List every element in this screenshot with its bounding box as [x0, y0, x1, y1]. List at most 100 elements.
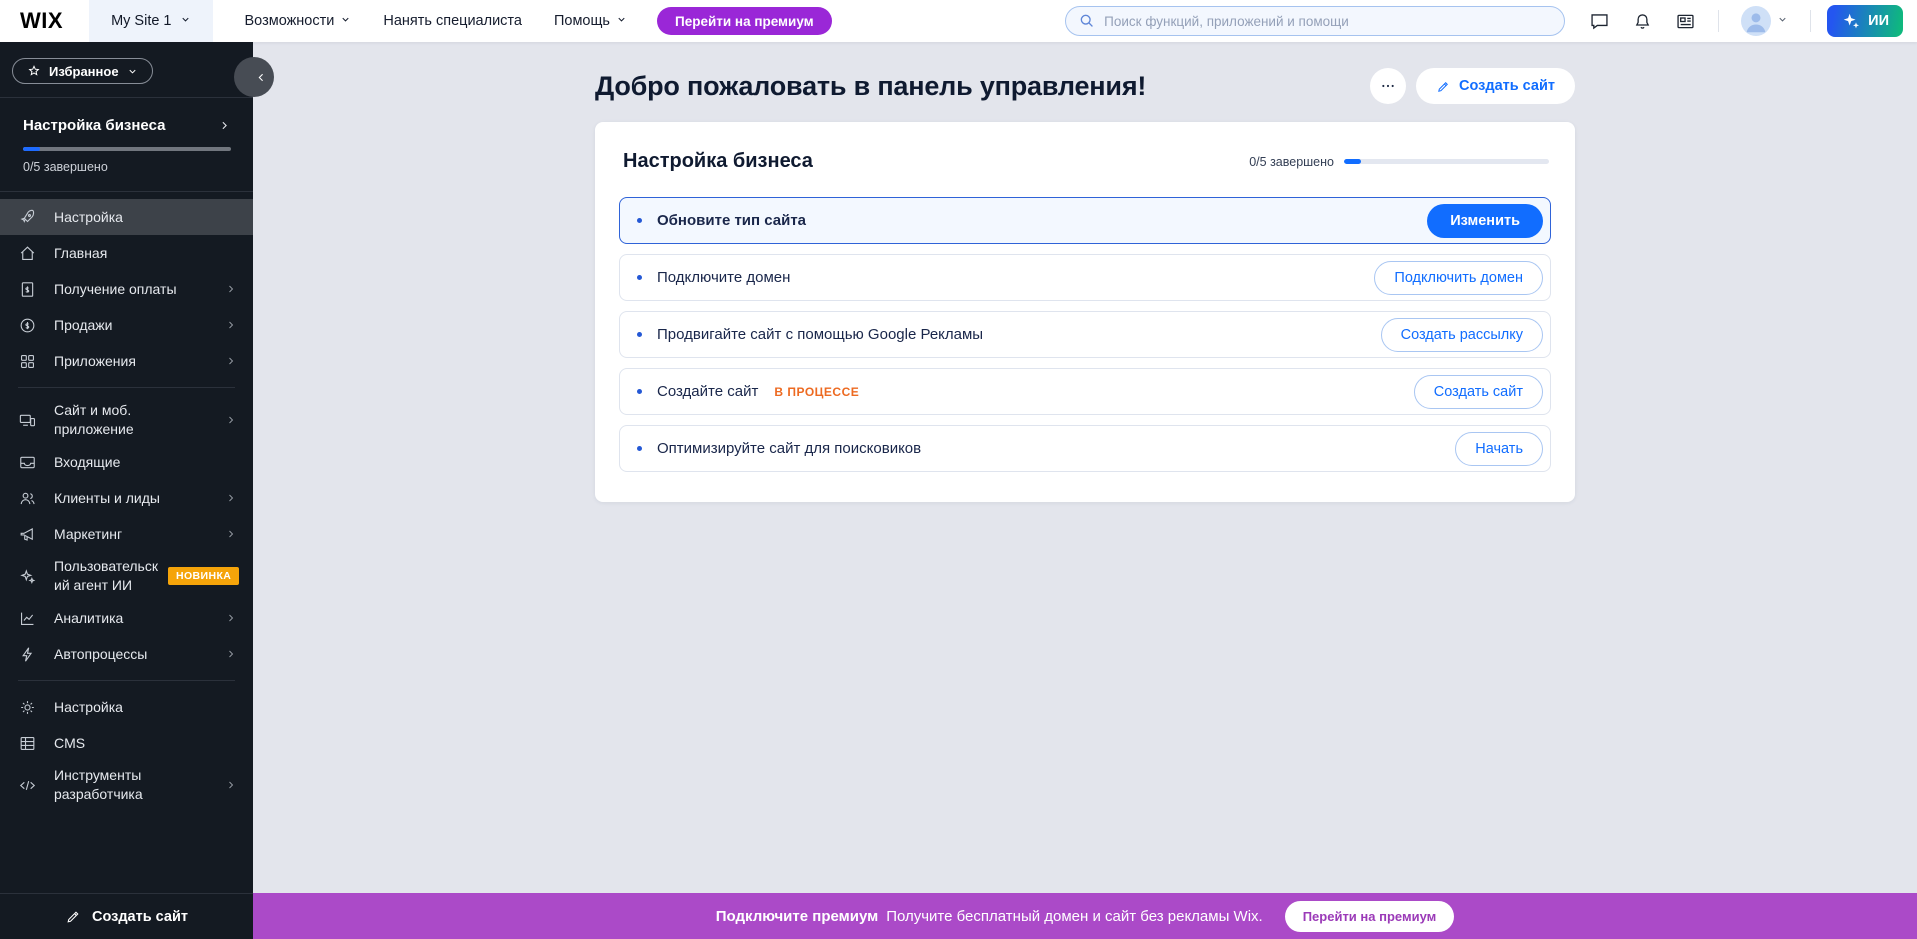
- sidebar-item-label: Главная: [54, 244, 107, 263]
- task-label: Подключите домен: [657, 269, 790, 286]
- sidebar-item-marketing[interactable]: Маркетинг: [0, 516, 253, 552]
- sidebar-item-sales[interactable]: Продажи: [0, 307, 253, 343]
- banner-premium-button[interactable]: Перейти на премиум: [1285, 901, 1455, 932]
- divider: [18, 387, 235, 388]
- bullet-dot-icon: [637, 446, 642, 451]
- card-progress: 0/5 завершено: [1249, 155, 1549, 169]
- sidebar-item-inbox[interactable]: Входящие: [0, 444, 253, 480]
- sidebar-item-analytics[interactable]: Аналитика: [0, 600, 253, 636]
- chevron-right-icon: [225, 355, 237, 367]
- task-label: Создайте сайт: [657, 383, 758, 400]
- topbar: WIX My Site 1 Возможности Нанять специал…: [0, 0, 1917, 42]
- gear-icon: [18, 698, 38, 717]
- topbar-icons: [1589, 6, 1811, 36]
- people-icon: [18, 489, 38, 508]
- card-progress-bar: [1344, 159, 1549, 164]
- notifications-bell-icon[interactable]: [1632, 11, 1653, 32]
- nav-features[interactable]: Возможности: [245, 13, 352, 29]
- site-selector[interactable]: My Site 1: [89, 0, 212, 42]
- avatar: [1741, 6, 1771, 36]
- task-action-button[interactable]: Начать: [1455, 432, 1543, 466]
- sidebar-item-label: Автопроцессы: [54, 645, 147, 664]
- sidebar-item-label: Пользовательск: [54, 558, 158, 574]
- sidebar-item-get-paid[interactable]: Получение оплаты: [0, 271, 253, 307]
- sidebar-menu: Настройка Главная Получение оплаты Прода…: [0, 199, 253, 809]
- sidebar-item-label: Настройка: [54, 208, 123, 227]
- sidebar-item-label: Сайт и моб.: [54, 402, 131, 418]
- news-updates-icon[interactable]: [1675, 11, 1696, 32]
- sidebar-item-settings[interactable]: Настройка: [0, 689, 253, 725]
- sidebar-item-dev-tools[interactable]: Инструменты разработчика: [0, 761, 253, 809]
- chevron-right-icon: [225, 779, 237, 791]
- nav-help-label: Помощь: [554, 13, 610, 29]
- chevron-right-icon: [218, 119, 231, 132]
- more-dots-icon: [1380, 78, 1396, 94]
- favorites-dropdown[interactable]: Избранное: [12, 58, 153, 84]
- upgrade-premium-button[interactable]: Перейти на премиум: [657, 7, 832, 35]
- chevron-right-icon: [225, 648, 237, 660]
- favorites-label: Избранное: [49, 64, 119, 79]
- business-setup-title: Настройка бизнеса: [23, 117, 165, 134]
- premium-banner: Подключите премиум Получите бесплатный д…: [253, 893, 1917, 939]
- more-actions-button[interactable]: [1370, 68, 1406, 104]
- sidebar-item-contacts-leads[interactable]: Клиенты и лиды: [0, 480, 253, 516]
- create-site-button[interactable]: Создать сайт: [1416, 68, 1575, 104]
- create-site-label: Создать сайт: [1459, 78, 1555, 94]
- business-setup-link[interactable]: Настройка бизнеса: [23, 117, 231, 134]
- banner-text: Получите бесплатный домен и сайт без рек…: [886, 908, 1263, 925]
- bullet-dot-icon: [637, 332, 642, 337]
- chevron-down-icon: [1777, 12, 1788, 30]
- setup-progress-bar: [23, 147, 231, 151]
- task-row-connect-domain[interactable]: Подключите домен Подключить домен: [619, 254, 1551, 301]
- chevron-right-icon: [225, 612, 237, 624]
- wix-logo[interactable]: WIX: [20, 8, 63, 34]
- task-action-button[interactable]: Создать рассылку: [1381, 318, 1543, 352]
- sidebar-item-site-mobile-app[interactable]: Сайт и моб. приложение: [0, 396, 253, 444]
- sidebar-item-cms[interactable]: CMS: [0, 725, 253, 761]
- main-content: Добро пожаловать в панель управления! Со…: [253, 42, 1917, 893]
- apps-grid-icon: [18, 352, 38, 371]
- task-row-promote-google-ads[interactable]: Продвигайте сайт с помощью Google Реклам…: [619, 311, 1551, 358]
- sidebar-item-label-line2: ий агент ИИ: [54, 577, 132, 593]
- ai-assistant-button[interactable]: ИИ: [1827, 5, 1903, 37]
- chat-icon[interactable]: [1589, 11, 1610, 32]
- sidebar-item-apps[interactable]: Приложения: [0, 343, 253, 379]
- sidebar-item-ai-agent[interactable]: Пользовательск ий агент ИИ НОВИНКА: [0, 552, 253, 600]
- sparkles-icon: [1841, 11, 1861, 31]
- nav-help[interactable]: Помощь: [554, 13, 627, 29]
- account-menu[interactable]: [1741, 6, 1788, 36]
- search-input[interactable]: [1065, 6, 1565, 36]
- inbox-icon: [18, 453, 38, 472]
- task-row-optimize-seo[interactable]: Оптимизируйте сайт для поисковиков Начат…: [619, 425, 1551, 472]
- card-progress-label: 0/5 завершено: [1249, 155, 1334, 169]
- task-label: Обновите тип сайта: [657, 212, 806, 229]
- card-title: Настройка бизнеса: [623, 150, 813, 173]
- rocket-icon: [18, 208, 38, 227]
- dollar-coin-icon: [18, 316, 38, 335]
- sidebar-item-label: Продажи: [54, 316, 112, 335]
- sidebar-collapse-button[interactable]: [234, 57, 274, 97]
- sidebar-item-label: Получение оплаты: [54, 280, 177, 299]
- sidebar-item-setup[interactable]: Настройка: [0, 199, 253, 235]
- chevron-down-icon: [616, 13, 627, 29]
- sidebar-item-label: CMS: [54, 734, 85, 753]
- create-site-sidebar-button[interactable]: Создать сайт: [0, 893, 253, 939]
- nav-features-label: Возможности: [245, 13, 335, 29]
- task-action-button[interactable]: Подключить домен: [1374, 261, 1543, 295]
- sidebar-item-label: Маркетинг: [54, 525, 122, 544]
- lightning-bolt-icon: [18, 645, 38, 664]
- task-status-badge: В ПРОЦЕССЕ: [774, 385, 859, 399]
- page-title: Добро пожаловать в панель управления!: [595, 71, 1146, 102]
- sidebar-item-automations[interactable]: Автопроцессы: [0, 636, 253, 672]
- sidebar-item-label: Приложения: [54, 352, 136, 371]
- sidebar-item-home[interactable]: Главная: [0, 235, 253, 271]
- megaphone-icon: [18, 525, 38, 544]
- task-action-button[interactable]: Изменить: [1427, 204, 1543, 238]
- chevron-down-icon: [180, 13, 191, 29]
- task-row-update-site-type[interactable]: Обновите тип сайта Изменить: [619, 197, 1551, 244]
- nav-hire-professional[interactable]: Нанять специалиста: [383, 13, 522, 29]
- task-row-create-site[interactable]: Создайте сайт В ПРОЦЕССЕ Создать сайт: [619, 368, 1551, 415]
- bullet-dot-icon: [637, 218, 642, 223]
- setup-progress-label: 0/5 завершено: [23, 160, 231, 174]
- task-action-button[interactable]: Создать сайт: [1414, 375, 1543, 409]
